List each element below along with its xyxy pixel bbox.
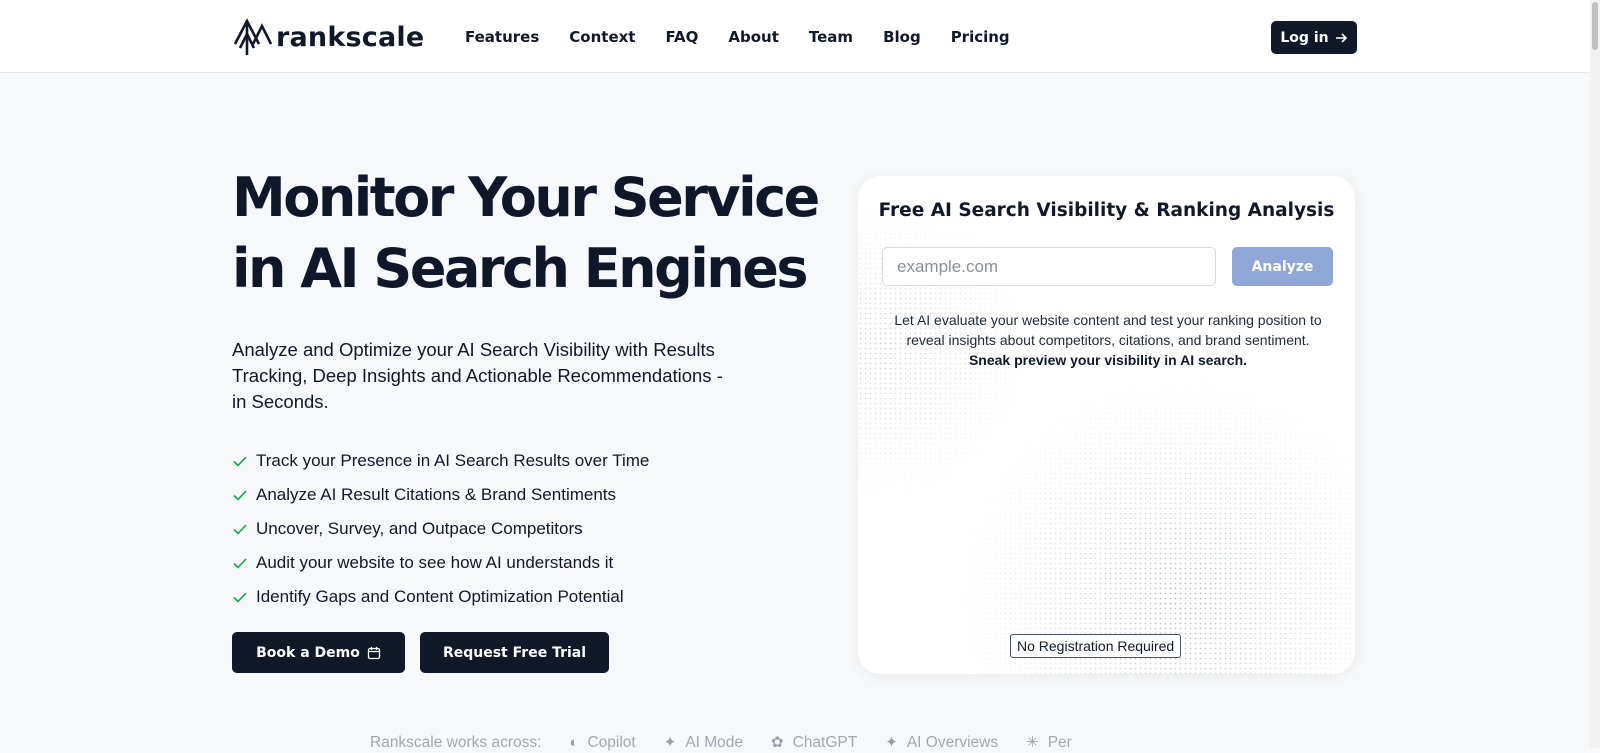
feature-text: Analyze AI Result Citations & Brand Sent… (256, 485, 617, 504)
site-header: rankscale Features Context FAQ About Tea… (0, 0, 1590, 73)
copilot-icon: ◐ (569, 734, 579, 751)
website-url-input[interactable] (882, 247, 1216, 286)
check-icon (233, 490, 247, 501)
engine-name: ChatGPT (792, 734, 858, 751)
tree-arrow-icon (233, 18, 272, 55)
card-description-text: Let AI evaluate your website content and… (894, 312, 1322, 348)
book-demo-label: Book a Demo (256, 644, 360, 661)
nav-item-context[interactable]: Context (569, 26, 635, 48)
chatgpt-icon: ✿ (771, 734, 784, 751)
engine-chatgpt: ✿ ChatGPT (771, 733, 857, 753)
feature-text: Track your Presence in AI Search Results… (256, 451, 650, 470)
engine-ai-overviews: ✦ AI Overviews (885, 733, 998, 753)
feature-text: Audit your website to see how AI underst… (256, 553, 614, 572)
nav-item-blog[interactable]: Blog (883, 26, 921, 48)
hero-title-line-2: in AI Search Engines (232, 237, 808, 300)
request-trial-button[interactable]: Request Free Trial (420, 632, 609, 673)
check-icon (233, 524, 247, 535)
engine-name: AI Mode (685, 734, 744, 751)
analysis-card: Free AI Search Visibility & Ranking Anal… (858, 176, 1355, 674)
feature-item: Audit your website to see how AI underst… (232, 546, 649, 580)
analyze-button[interactable]: Analyze (1232, 247, 1333, 286)
feature-text: Uncover, Survey, and Outpace Competitors (256, 519, 583, 538)
login-button[interactable]: Log in (1271, 21, 1357, 54)
brand-logo[interactable]: rankscale (232, 18, 424, 56)
hero-subtitle: Analyze and Optimize your AI Search Visi… (232, 339, 723, 412)
calendar-icon (367, 646, 381, 659)
nav-item-faq[interactable]: FAQ (665, 26, 698, 48)
check-icon (233, 456, 247, 467)
no-registration-badge: No Registration Required (1010, 634, 1182, 658)
sparkle-icon: ✦ (663, 734, 677, 751)
hero-title: Monitor Your Service in AI Search Engine… (232, 162, 820, 304)
engine-name: AI Overviews (906, 734, 999, 751)
engine-copilot: ◐ Copilot (569, 733, 635, 753)
perplexity-icon: ✳ (1026, 734, 1039, 751)
login-label: Log in (1280, 29, 1329, 46)
works-across-strip: Rankscale works across: ◐ Copilot ✦ AI M… (370, 733, 1072, 753)
request-trial-label: Request Free Trial (442, 644, 587, 661)
engine-name: Copilot (587, 734, 636, 751)
feature-item: Identify Gaps and Content Optimization P… (232, 580, 649, 614)
engine-ai-mode: ✦ AI Mode (664, 733, 743, 753)
nav-item-features[interactable]: Features (465, 26, 539, 48)
nav-item-pricing[interactable]: Pricing (951, 26, 1010, 48)
works-across-label: Rankscale works across: (370, 734, 542, 751)
card-description-bold: Sneak preview your visibility in AI sear… (968, 352, 1248, 368)
page-scrollbar[interactable] (1590, 0, 1600, 748)
nav-item-team[interactable]: Team (809, 26, 853, 48)
engine-name: Per (1047, 734, 1072, 751)
feature-text: Identify Gaps and Content Optimization P… (256, 587, 624, 606)
sparkle-icon: ✦ (885, 734, 898, 751)
feature-item: Track your Presence in AI Search Results… (232, 444, 649, 478)
book-demo-button[interactable]: Book a Demo (232, 632, 405, 673)
feature-list: Track your Presence in AI Search Results… (232, 444, 649, 614)
card-description: Let AI evaluate your website content and… (894, 310, 1322, 370)
brand-name: rankscale (276, 21, 425, 53)
check-icon (233, 558, 247, 569)
engine-perplexity: ✳ Per (1026, 733, 1072, 753)
hero-title-line-1: Monitor Your Service (232, 166, 820, 229)
feature-item: Uncover, Survey, and Outpace Competitors (232, 512, 649, 546)
feature-item: Analyze AI Result Citations & Brand Sent… (232, 478, 649, 512)
scrollbar-thumb[interactable] (1592, 2, 1598, 50)
nav-item-about[interactable]: About (728, 26, 779, 48)
arrow-right-icon (1335, 32, 1347, 43)
check-icon (233, 592, 247, 603)
card-title: Free AI Search Visibility & Ranking Anal… (878, 200, 1335, 221)
main-nav: Features Context FAQ About Team Blog Pri… (465, 26, 1040, 48)
